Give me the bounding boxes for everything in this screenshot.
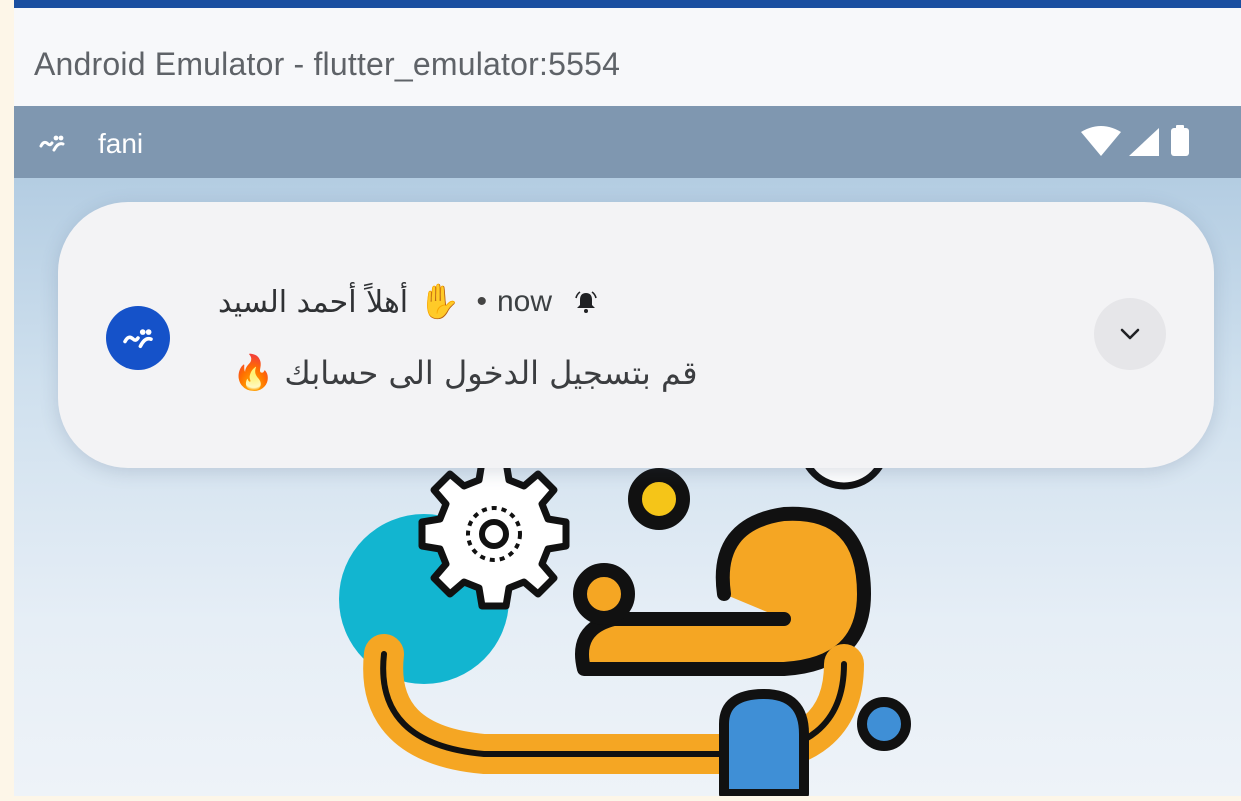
window-title-bar[interactable]: Android Emulator - flutter_emulator:5554 xyxy=(14,8,1241,106)
waving-hand-icon: ✋ xyxy=(418,283,461,321)
status-bar[interactable]: fani xyxy=(14,106,1241,178)
app-avatar-logo xyxy=(123,329,153,349)
app-logo-icon xyxy=(39,135,65,152)
app-logo-graphic xyxy=(339,454,911,796)
notification-header: أهلاً أحمد السيد ✋ • now xyxy=(218,282,598,322)
device-screen[interactable]: fani أهلاً أحمد السيد ✋ • now 🔥 قم بتسجي… xyxy=(14,106,1241,796)
status-app-name: fani xyxy=(98,128,144,159)
chevron-down-icon xyxy=(1120,328,1140,340)
notification-time: now xyxy=(497,285,553,318)
notification-text: قم بتسجيل الدخول الى حسابك xyxy=(284,354,698,392)
gear-icon xyxy=(418,458,570,610)
app-avatar-icon xyxy=(106,306,170,370)
heads-up-notification[interactable]: أهلاً أحمد السيد ✋ • now 🔥 قم بتسجيل الد… xyxy=(58,202,1214,468)
cellular-signal-icon xyxy=(1129,128,1159,156)
expand-notification-button[interactable] xyxy=(1094,298,1166,370)
fire-icon: 🔥 xyxy=(232,354,275,392)
status-icons xyxy=(1081,125,1189,156)
bell-icon xyxy=(575,291,597,313)
battery-icon xyxy=(1171,125,1189,156)
emulator-window: Android Emulator - flutter_emulator:5554… xyxy=(14,0,1241,796)
window-title: Android Emulator - flutter_emulator:5554 xyxy=(34,46,621,82)
notification-body: 🔥 قم بتسجيل الدخول الى حسابك xyxy=(232,348,698,398)
notification-title: أهلاً أحمد السيد xyxy=(218,284,409,320)
wifi-icon xyxy=(1081,126,1121,156)
header-separator: • xyxy=(476,285,487,318)
window-accent-bar xyxy=(14,0,1241,8)
